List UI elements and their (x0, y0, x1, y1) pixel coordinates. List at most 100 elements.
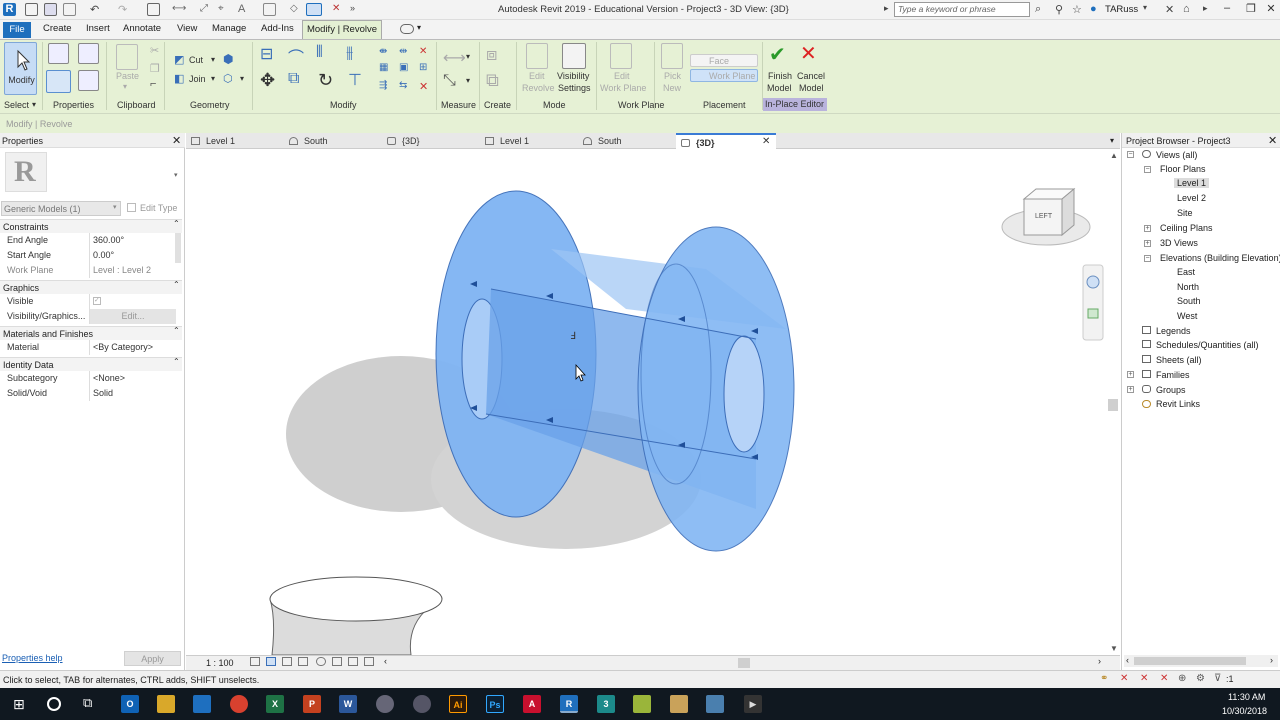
minimize-button[interactable]: – (1216, 2, 1238, 14)
copy-icon[interactable]: ❐ (150, 62, 160, 75)
undo-icon[interactable]: ↶ (90, 3, 103, 16)
browser-node-views[interactable]: Views (all) (1156, 150, 1197, 160)
mirror-axis-icon[interactable]: ⫴ (316, 44, 323, 62)
3dsmax-icon[interactable]: 3 (597, 695, 615, 713)
tree-toggle-icon[interactable]: + (1127, 371, 1134, 378)
notes-icon[interactable] (633, 695, 651, 713)
close-button[interactable]: ✕ (1260, 2, 1280, 15)
help-dropdown-icon[interactable]: ▸ (1203, 3, 1208, 14)
scroll-up-icon[interactable]: ▲ (1110, 151, 1118, 160)
visible-checkbox[interactable]: ✓ (93, 297, 101, 305)
user-icon[interactable]: ● (1090, 3, 1097, 15)
browser-node-north[interactable]: North (1177, 282, 1199, 292)
thin-lines-icon[interactable] (306, 3, 322, 16)
horizontal-scroll-thumb[interactable] (738, 658, 750, 668)
exchange-apps-icon[interactable]: ✕ (1165, 3, 1174, 16)
split-icon[interactable]: ⇼ (379, 46, 387, 57)
properties-scrollbar[interactable] (175, 233, 181, 263)
show-crop-icon[interactable] (348, 657, 358, 666)
edit-work-plane-icon[interactable] (610, 43, 632, 69)
close-view-icon[interactable]: ✕ (762, 136, 770, 147)
scroll-down-icon[interactable]: ▼ (1110, 644, 1118, 653)
type-selector-dropdown-icon[interactable]: ▾ (174, 171, 178, 179)
prop-value[interactable]: Solid (89, 386, 176, 401)
photos-icon[interactable] (670, 695, 688, 713)
restore-button[interactable]: ❐ (1240, 2, 1262, 15)
pick-new-icon[interactable] (661, 43, 683, 69)
tabs-overflow-icon[interactable]: ▾ (1110, 136, 1114, 145)
edit-revolve-line1[interactable]: Edit (529, 71, 545, 81)
browser-close-icon[interactable]: ✕ (1268, 134, 1277, 147)
app-globe-icon[interactable] (376, 695, 394, 713)
work-plane-button[interactable]: Work Plane (690, 69, 758, 82)
revit-taskbar-icon[interactable]: R (560, 695, 578, 713)
view-scale[interactable]: 1 : 100 (206, 658, 234, 668)
tab-manage[interactable]: Manage (212, 23, 246, 34)
join-dropdown-icon[interactable]: ▾ (211, 74, 215, 83)
sun-path-icon[interactable] (282, 657, 292, 666)
group-materials[interactable]: Materials and Finishes (0, 326, 182, 340)
tab-insert[interactable]: Insert (86, 23, 110, 34)
edit-visibility-button[interactable]: Edit... (89, 309, 176, 324)
infocenter-icon[interactable]: ⚲ (1055, 3, 1063, 16)
prop-value[interactable]: 360.00° (89, 233, 176, 248)
collapse-icon[interactable]: ⌃ (173, 219, 180, 228)
tab-annotate[interactable]: Annotate (123, 23, 161, 34)
select-panel-label[interactable]: Select (4, 100, 29, 110)
select-dropdown-icon[interactable]: ▾ (32, 100, 36, 109)
scroll-right-icon[interactable]: › (1270, 655, 1273, 665)
paint-dropdown-icon[interactable]: ▾ (240, 74, 244, 83)
clock-date[interactable]: 10/30/2018 (1222, 706, 1267, 716)
measure-distance-icon[interactable]: ⟷ (443, 48, 466, 68)
render-icon[interactable] (316, 657, 326, 666)
browser-node-sheets[interactable]: Sheets (all) (1156, 355, 1202, 365)
dimension-dropdown-icon[interactable]: ▾ (466, 76, 470, 85)
cut-label[interactable]: Cut (189, 55, 203, 65)
ribbon-minimize-icon[interactable] (400, 24, 414, 34)
windows-start-icon[interactable]: ⊞ (13, 696, 25, 713)
video-editor-icon[interactable]: ▶ (744, 695, 762, 713)
select-by-face-icon[interactable]: ✕ (1160, 673, 1168, 684)
user-name[interactable]: TARuss (1105, 4, 1138, 15)
trim-multiple-icon[interactable]: ⇆ (399, 80, 407, 91)
finish-model-check-icon[interactable]: ✔ (769, 42, 786, 67)
print-icon[interactable] (147, 3, 160, 16)
illustrator-icon[interactable]: Ai (449, 695, 467, 713)
trim-single-icon[interactable]: ⇶ (379, 80, 387, 91)
group-graphics[interactable]: Graphics (0, 280, 182, 294)
cut-clipboard-icon[interactable]: ✂ (150, 44, 159, 57)
edit-work-plane-line2[interactable]: Work Plane (600, 83, 646, 93)
background-process-icon[interactable]: ⚙ (1196, 673, 1205, 684)
collapse-icon[interactable]: ⌃ (173, 326, 180, 335)
instance-filter-select[interactable]: Generic Models (1) (1, 201, 121, 216)
visibility-settings-line1[interactable]: Visibility (557, 71, 589, 81)
prop-value[interactable]: ✓ (89, 294, 176, 309)
filter-dropdown-icon[interactable]: ▾ (113, 203, 117, 211)
scroll-left-icon[interactable]: ‹ (384, 656, 387, 666)
binoculars-icon[interactable]: ⌕ (1035, 3, 1041, 16)
drag-elements-icon[interactable]: ⊕ (1178, 673, 1186, 684)
delete-icon[interactable]: ✕ (419, 80, 428, 93)
split-gap-icon[interactable]: ⇹ (399, 46, 407, 57)
mirror-draw-icon[interactable]: ⫵ (346, 44, 353, 62)
tree-toggle-icon[interactable]: − (1144, 255, 1151, 262)
array-icon[interactable]: ▦ (379, 62, 388, 73)
browser-scroll-thumb[interactable] (1134, 657, 1246, 665)
browser-node-west[interactable]: West (1177, 311, 1197, 321)
copy-element-icon[interactable]: ⧉ (288, 70, 299, 88)
outlook-icon[interactable]: O (121, 695, 139, 713)
browser-node-elevations[interactable]: Elevations (Building Elevation) (1160, 253, 1280, 263)
tree-toggle-icon[interactable]: − (1127, 151, 1134, 158)
prop-value[interactable]: <By Category> (89, 340, 176, 355)
section-icon[interactable]: ◇ (290, 3, 303, 16)
browser-node-groups[interactable]: Groups (1156, 385, 1186, 395)
select-underlay-icon[interactable]: ✕ (1120, 673, 1128, 684)
viewcube-face-label[interactable]: LEFT (1035, 213, 1052, 220)
file-explorer-icon[interactable] (157, 695, 175, 713)
modify-tool-button[interactable]: Modify (4, 42, 37, 95)
browser-node-schedules[interactable]: Schedules/Quantities (all) (1156, 340, 1259, 350)
cancel-model-line2[interactable]: Model (799, 83, 824, 93)
tree-toggle-icon[interactable]: + (1144, 225, 1151, 232)
text-icon[interactable]: A (238, 3, 251, 16)
view-tab-south[interactable]: South (578, 133, 674, 149)
